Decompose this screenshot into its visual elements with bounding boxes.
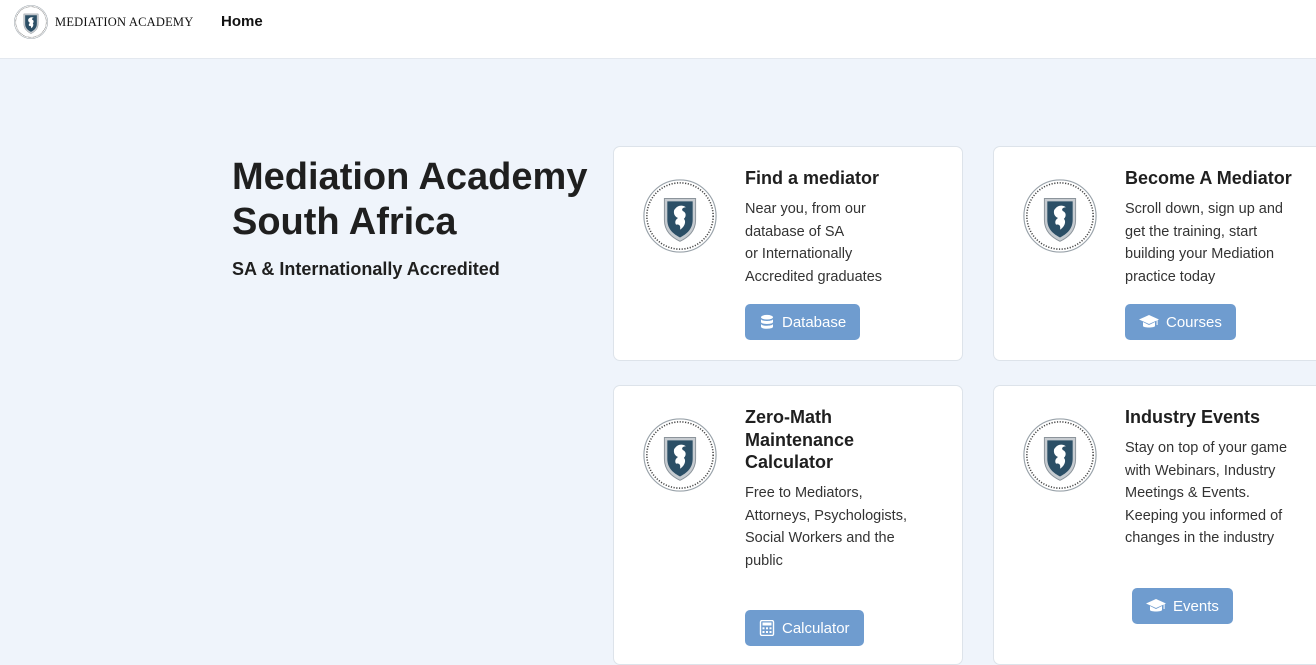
card-find-mediator: Find a mediator Near you, from our datab… [613,146,963,361]
button-label: Courses [1166,313,1222,331]
database-button[interactable]: Database [745,304,861,340]
card-description: Free to Mediators, Attorneys, Psychologi… [745,485,907,569]
academy-logo-icon [13,4,49,40]
top-navbar: MEDIATION ACADEMY Home [0,0,1316,59]
card-description: Stay on top of your game with Webinars, … [1125,440,1288,546]
card-title: Zero-Math Maintenance Calculator [745,407,855,472]
academy-logo-icon [1021,416,1099,494]
academy-logo-icon [1021,177,1099,255]
button-label: Events [1173,597,1219,615]
card-become-mediator: Become A Mediator Scroll down, sign up a… [993,146,1316,361]
button-label: Database [782,313,847,331]
graduation-cap-icon [1139,315,1159,328]
card-title: Become A Mediator [1125,168,1292,188]
calculator-icon [759,620,775,636]
card-title: Industry Events [1125,407,1261,427]
card-maintenance-calculator: Zero-Math Maintenance Calculator Free to… [613,385,963,665]
brand-name: MEDIATION ACADEMY [55,14,194,29]
database-icon [761,314,773,329]
card-description: Near you, from our database of SA or Int… [745,201,883,285]
hero-subtitle: SA & Internationally Accredited [232,259,500,279]
events-button[interactable]: Events [1132,588,1233,624]
hero-title: Mediation Academy South Africa [232,156,588,243]
brand-link[interactable]: MEDIATION ACADEMY [13,4,193,40]
graduation-cap-icon [1146,599,1166,612]
nav-home-link[interactable]: Home [221,13,263,30]
card-industry-events: Industry Events Stay on top of your game… [993,385,1316,665]
card-title: Find a mediator [745,168,880,188]
button-label: Calculator [782,619,850,637]
courses-button[interactable]: Courses [1125,304,1236,340]
calculator-button[interactable]: Calculator [745,610,864,646]
academy-logo-icon [641,177,719,255]
card-description: Scroll down, sign up and get the trainin… [1125,201,1283,285]
academy-logo-icon [641,416,719,494]
